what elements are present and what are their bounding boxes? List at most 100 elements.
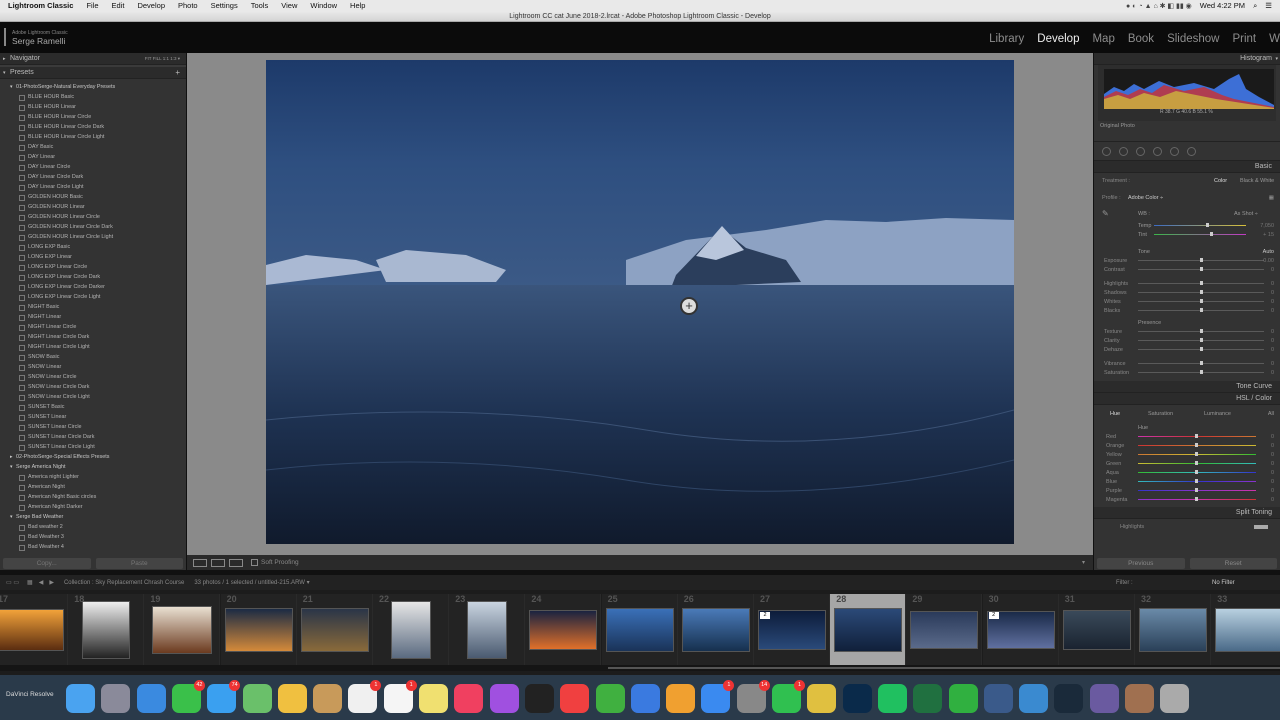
whatsapp-icon[interactable]: 1 bbox=[772, 680, 805, 713]
hue-knob[interactable] bbox=[1195, 443, 1198, 447]
clock[interactable]: Wed 4:22 PM bbox=[1200, 1, 1245, 10]
profile-grid-icon[interactable]: ▦ bbox=[1269, 195, 1274, 201]
presets-header[interactable]: ▾ Presets + bbox=[0, 67, 186, 79]
menu-develop[interactable]: Develop bbox=[137, 1, 165, 10]
slider-row[interactable]: Clarity 0 bbox=[1094, 336, 1280, 345]
preset-item[interactable]: GOLDEN HOUR Basic bbox=[0, 192, 186, 202]
filmstrip-cell[interactable]: 17 bbox=[0, 594, 68, 666]
menu-file[interactable]: File bbox=[86, 1, 98, 10]
slider-row[interactable]: Dehaze 0 bbox=[1094, 345, 1280, 354]
slider-value[interactable]: 0 bbox=[1271, 290, 1274, 296]
tone-curve-header[interactable]: Tone Curve bbox=[1094, 381, 1280, 393]
highlights-swatch[interactable] bbox=[1254, 525, 1268, 529]
tint-slider[interactable]: Tint + 15 bbox=[1094, 230, 1280, 239]
preset-item[interactable]: LONG EXP Linear Circle Light bbox=[0, 292, 186, 302]
filmstrip-thumbnail[interactable] bbox=[300, 608, 369, 652]
module-print[interactable]: Print bbox=[1232, 33, 1256, 45]
preset-item[interactable]: NIGHT Linear Circle bbox=[0, 322, 186, 332]
module-book[interactable]: Book bbox=[1128, 33, 1154, 45]
preset-item[interactable]: NIGHT Basic bbox=[0, 302, 186, 312]
preset-item[interactable]: BLUE HOUR Linear Circle bbox=[0, 112, 186, 122]
preset-item[interactable]: BLUE HOUR Linear bbox=[0, 102, 186, 112]
facetime-icon[interactable]: 42 bbox=[171, 680, 205, 713]
slider-knob[interactable] bbox=[1200, 281, 1203, 285]
filmstrip-cell[interactable]: 21 bbox=[296, 594, 373, 666]
slider-track[interactable] bbox=[1138, 290, 1264, 294]
preset-item[interactable]: Bad weather 2 bbox=[0, 522, 186, 532]
hue-knob[interactable] bbox=[1195, 452, 1198, 456]
preset-item[interactable]: NIGHT Linear Circle Dark bbox=[0, 332, 186, 342]
hue-track[interactable] bbox=[1138, 443, 1256, 447]
preset-group[interactable]: Serge Bad Weather bbox=[0, 512, 186, 522]
preset-item[interactable]: SUNSET Linear bbox=[0, 412, 186, 422]
hue-track[interactable] bbox=[1138, 461, 1256, 465]
module-web[interactable]: W bbox=[1269, 33, 1280, 45]
hue-row[interactable]: Green 0 bbox=[1094, 459, 1280, 468]
spot-removal-icon[interactable] bbox=[1119, 146, 1128, 156]
hue-row[interactable]: Blue 0 bbox=[1094, 477, 1280, 486]
hue-knob[interactable] bbox=[1195, 497, 1198, 501]
filmstrip-thumbnail[interactable] bbox=[152, 606, 213, 654]
filmstrip-scrollbar[interactable] bbox=[0, 665, 1280, 671]
original-photo-label[interactable]: Original Photo bbox=[1094, 121, 1280, 131]
hue-track[interactable] bbox=[1138, 470, 1256, 474]
filmstrip-thumbnail[interactable] bbox=[0, 609, 64, 651]
tint-value[interactable]: + 15 bbox=[1263, 232, 1274, 238]
slider-row[interactable]: Highlights 0 bbox=[1094, 279, 1280, 288]
preset-item[interactable]: DAY Linear bbox=[0, 152, 186, 162]
app-store-icon[interactable]: 1 bbox=[701, 680, 735, 713]
filmstrip-cell[interactable]: 30 2 bbox=[982, 594, 1059, 666]
wb-eyedropper-icon[interactable]: ✎ bbox=[1102, 209, 1109, 218]
trash-icon[interactable] bbox=[1160, 684, 1190, 713]
graduated-filter-icon[interactable] bbox=[1153, 146, 1162, 156]
evernote-icon[interactable] bbox=[948, 684, 978, 713]
hue-value[interactable]: 0 bbox=[1271, 461, 1274, 467]
status-icons[interactable]: ● ◐ ◔ ▲ ⌂ ✱ ◧ ▮▮ ◉ bbox=[1126, 2, 1192, 10]
photo-count[interactable]: 33 photos / 1 selected / untitled-215.AR… bbox=[194, 579, 309, 586]
pages-icon[interactable] bbox=[666, 684, 696, 713]
filmstrip-thumbnail[interactable] bbox=[834, 608, 903, 652]
slider-row[interactable]: Exposure 0.00 bbox=[1094, 256, 1280, 265]
module-library[interactable]: Library bbox=[989, 33, 1024, 45]
preset-item[interactable]: LONG EXP Basic bbox=[0, 242, 186, 252]
spotify-icon[interactable] bbox=[877, 684, 907, 713]
preset-item[interactable]: LONG EXP Linear Circle bbox=[0, 262, 186, 272]
filmstrip-thumbnail[interactable] bbox=[224, 608, 293, 652]
filmstrip-cell[interactable]: 26 bbox=[677, 594, 754, 666]
launchpad-icon[interactable] bbox=[101, 684, 131, 713]
filmstrip-cell[interactable]: 18 bbox=[68, 594, 145, 666]
temp-value[interactable]: 7,050 bbox=[1260, 223, 1274, 229]
slider-row[interactable]: Contrast 0 bbox=[1094, 265, 1280, 274]
reset-button[interactable]: Reset bbox=[1189, 558, 1277, 569]
filmstrip-cell[interactable]: 28 bbox=[830, 594, 907, 666]
soft-proofing-checkbox[interactable]: Soft Proofing bbox=[251, 559, 299, 566]
preset-item[interactable]: SNOW Linear Circle Light bbox=[0, 392, 186, 402]
slider-knob[interactable] bbox=[1200, 308, 1203, 312]
preset-item[interactable]: American Night bbox=[0, 482, 186, 492]
hue-row[interactable]: Orange 0 bbox=[1094, 441, 1280, 450]
module-develop[interactable]: Develop bbox=[1037, 33, 1079, 45]
slider-row[interactable]: Vibrance 0 bbox=[1094, 359, 1280, 368]
preset-item[interactable]: SNOW Linear bbox=[0, 362, 186, 372]
slider-value[interactable]: 0 bbox=[1271, 370, 1274, 376]
filmstrip-thumbnail[interactable] bbox=[1062, 610, 1131, 650]
temp-slider[interactable]: Temp 7,050 bbox=[1094, 221, 1280, 230]
excel-icon[interactable] bbox=[913, 684, 943, 713]
news-icon[interactable] bbox=[560, 684, 590, 713]
histogram-header[interactable]: Histogram ▾ bbox=[1094, 53, 1280, 65]
slider-value[interactable]: 0 bbox=[1271, 308, 1274, 314]
scroll-thumb[interactable] bbox=[608, 667, 1280, 669]
filmstrip-cell[interactable]: 23 bbox=[449, 594, 526, 666]
filmstrip-cell[interactable]: 29 bbox=[906, 594, 983, 666]
tab-luminance[interactable]: Luminance bbox=[1204, 411, 1231, 417]
preset-item[interactable]: NIGHT Linear Circle Light bbox=[0, 342, 186, 352]
slider-track[interactable] bbox=[1138, 281, 1264, 285]
filmstrip-thumbnail[interactable] bbox=[1215, 608, 1280, 652]
preset-item[interactable]: BLUE HOUR Basic bbox=[0, 92, 186, 102]
hue-value[interactable]: 0 bbox=[1271, 443, 1274, 449]
preset-item[interactable]: SUNSET Linear Circle Dark bbox=[0, 432, 186, 442]
preset-item[interactable]: GOLDEN HOUR Linear Circle Light bbox=[0, 232, 186, 242]
preset-item[interactable]: America night Lighter bbox=[0, 472, 186, 482]
filter-select[interactable]: No Filter bbox=[1212, 580, 1235, 586]
hue-row[interactable]: Purple 0 bbox=[1094, 486, 1280, 495]
